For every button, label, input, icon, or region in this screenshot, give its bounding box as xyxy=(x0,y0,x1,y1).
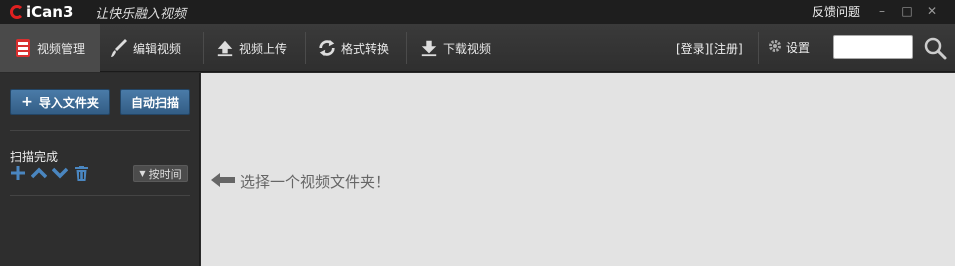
search-input[interactable] xyxy=(833,35,913,59)
plus-icon: + xyxy=(21,94,33,110)
tab-format-convert[interactable]: 格式转换 xyxy=(318,24,389,72)
delete-icon[interactable] xyxy=(73,165,89,181)
film-icon xyxy=(14,38,32,58)
app-logo: iCan3 xyxy=(10,2,73,22)
minimize-button[interactable]: – xyxy=(872,2,892,20)
settings-label: 设置 xyxy=(786,41,811,55)
toolbar-separator xyxy=(203,32,204,64)
tab-label: 编辑视频 xyxy=(133,41,182,56)
sidebar: + 导入文件夹 自动扫描 扫描完成 ▼ 按时间 xyxy=(0,73,200,266)
tab-label: 视频上传 xyxy=(239,41,288,56)
toolbar-separator xyxy=(406,32,407,64)
move-down-icon[interactable] xyxy=(52,165,68,181)
hint-text: 选择一个视频文件夹！ xyxy=(240,173,391,191)
logo-text: iCan3 xyxy=(26,3,74,21)
tab-label: 视频管理 xyxy=(37,41,86,56)
auto-scan-button[interactable]: 自动扫描 xyxy=(120,89,190,115)
upload-icon xyxy=(216,38,234,58)
main-content: 选择一个视频文件夹！ xyxy=(201,73,955,266)
tab-label: 下载视频 xyxy=(443,41,492,56)
sort-label: 按时间 xyxy=(148,167,182,181)
toolbar-separator xyxy=(758,32,759,64)
import-folder-button[interactable]: + 导入文件夹 xyxy=(10,89,110,115)
brush-icon xyxy=(110,38,128,58)
title-bar: iCan3 让快乐融入视频 反馈问题 – □ ✕ xyxy=(0,0,955,24)
caret-down-icon: ▼ xyxy=(139,169,146,178)
tab-download-video[interactable]: 下载视频 xyxy=(420,24,491,72)
empty-hint: 选择一个视频文件夹！ xyxy=(211,171,390,192)
sidebar-divider xyxy=(10,130,190,131)
tab-edit-video[interactable]: 编辑视频 xyxy=(110,24,181,72)
download-icon xyxy=(420,38,438,58)
settings-button[interactable]: 设置 xyxy=(768,39,810,56)
sort-by-time-dropdown[interactable]: ▼ 按时间 xyxy=(133,165,188,182)
maximize-button[interactable]: □ xyxy=(897,2,917,20)
slogan: 让快乐融入视频 xyxy=(95,7,187,22)
login-register-link[interactable]: [登录][注册] xyxy=(676,40,743,57)
main-toolbar: 视频管理 编辑视频 视频上传 格式转换 下载视频 [登录][注册] 设置 xyxy=(0,24,955,72)
move-up-icon[interactable] xyxy=(31,165,47,181)
import-folder-label: 导入文件夹 xyxy=(38,95,99,110)
arrow-left-icon xyxy=(211,172,235,191)
feedback-link[interactable]: 反馈问题 xyxy=(812,3,860,20)
tab-video-manage[interactable]: 视频管理 xyxy=(0,24,100,72)
logo-icon xyxy=(10,5,24,19)
convert-icon xyxy=(318,38,336,58)
toolbar-separator xyxy=(305,32,306,64)
search-icon[interactable] xyxy=(923,36,947,60)
gear-icon xyxy=(768,39,782,56)
sidebar-divider xyxy=(10,195,190,196)
add-icon[interactable] xyxy=(10,165,26,181)
tab-label: 格式转换 xyxy=(341,41,390,56)
scan-status: 扫描完成 xyxy=(10,150,59,164)
tab-upload-video[interactable]: 视频上传 xyxy=(216,24,287,72)
close-button[interactable]: ✕ xyxy=(922,2,942,20)
folder-actions xyxy=(10,165,89,181)
